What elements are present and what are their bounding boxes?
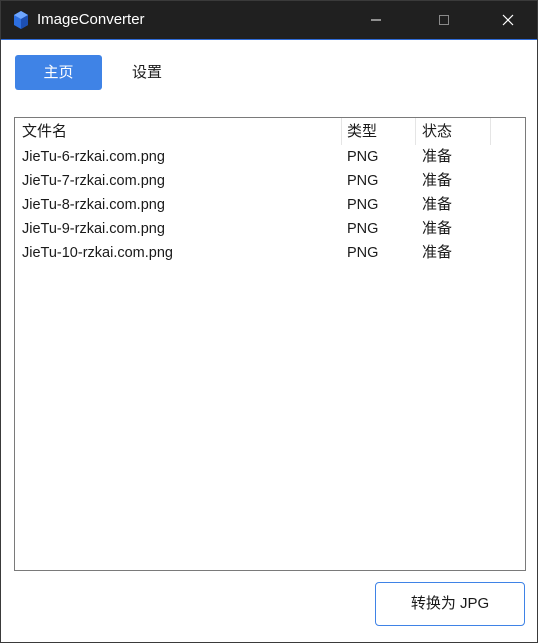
file-name: JieTu-9-rzkai.com.png	[22, 221, 165, 237]
file-name: JieTu-8-rzkai.com.png	[22, 197, 165, 213]
list-row[interactable]: JieTu-6-rzkai.com.png PNG 准备	[15, 145, 525, 169]
file-status: 准备	[422, 244, 453, 261]
file-name: JieTu-6-rzkai.com.png	[22, 149, 165, 165]
minimize-icon	[371, 19, 381, 21]
tab-settings[interactable]: 设置	[111, 55, 183, 90]
file-name: JieTu-10-rzkai.com.png	[22, 245, 173, 261]
minimize-button[interactable]	[353, 1, 399, 40]
file-type: PNG	[347, 197, 379, 213]
file-status: 准备	[422, 172, 453, 189]
convert-to-jpg-button[interactable]: 转换为 JPG	[375, 582, 525, 626]
list-row[interactable]: JieTu-8-rzkai.com.png PNG 准备	[15, 193, 525, 217]
app-window: ImageConverter 主页 设置 文件名 类型 状态 JieTu-6-r…	[0, 0, 538, 643]
list-row[interactable]: JieTu-10-rzkai.com.png PNG 准备	[15, 241, 525, 265]
file-list[interactable]: 文件名 类型 状态 JieTu-6-rzkai.com.png PNG 准备 J…	[14, 117, 526, 571]
close-button[interactable]	[485, 1, 531, 40]
close-icon	[502, 14, 514, 26]
file-status: 准备	[422, 196, 453, 213]
tab-home[interactable]: 主页	[15, 55, 102, 90]
list-row[interactable]: JieTu-7-rzkai.com.png PNG 准备	[15, 169, 525, 193]
file-name: JieTu-7-rzkai.com.png	[22, 173, 165, 189]
column-header-status[interactable]: 状态	[416, 118, 491, 145]
list-row[interactable]: JieTu-9-rzkai.com.png PNG 准备	[15, 217, 525, 241]
file-type: PNG	[347, 221, 379, 237]
column-header-name[interactable]: 文件名	[15, 118, 342, 145]
file-type: PNG	[347, 149, 379, 165]
title-bar[interactable]: ImageConverter	[1, 1, 537, 40]
maximize-icon	[439, 15, 449, 25]
file-status: 准备	[422, 148, 453, 165]
maximize-button[interactable]	[421, 1, 467, 40]
app-logo-icon	[13, 11, 29, 29]
file-type: PNG	[347, 245, 379, 261]
window-title: ImageConverter	[37, 11, 145, 28]
file-status: 准备	[422, 220, 453, 237]
column-header-type[interactable]: 类型	[342, 118, 416, 145]
title-accent-line	[1, 39, 537, 40]
list-header: 文件名 类型 状态	[15, 118, 525, 145]
file-type: PNG	[347, 173, 379, 189]
